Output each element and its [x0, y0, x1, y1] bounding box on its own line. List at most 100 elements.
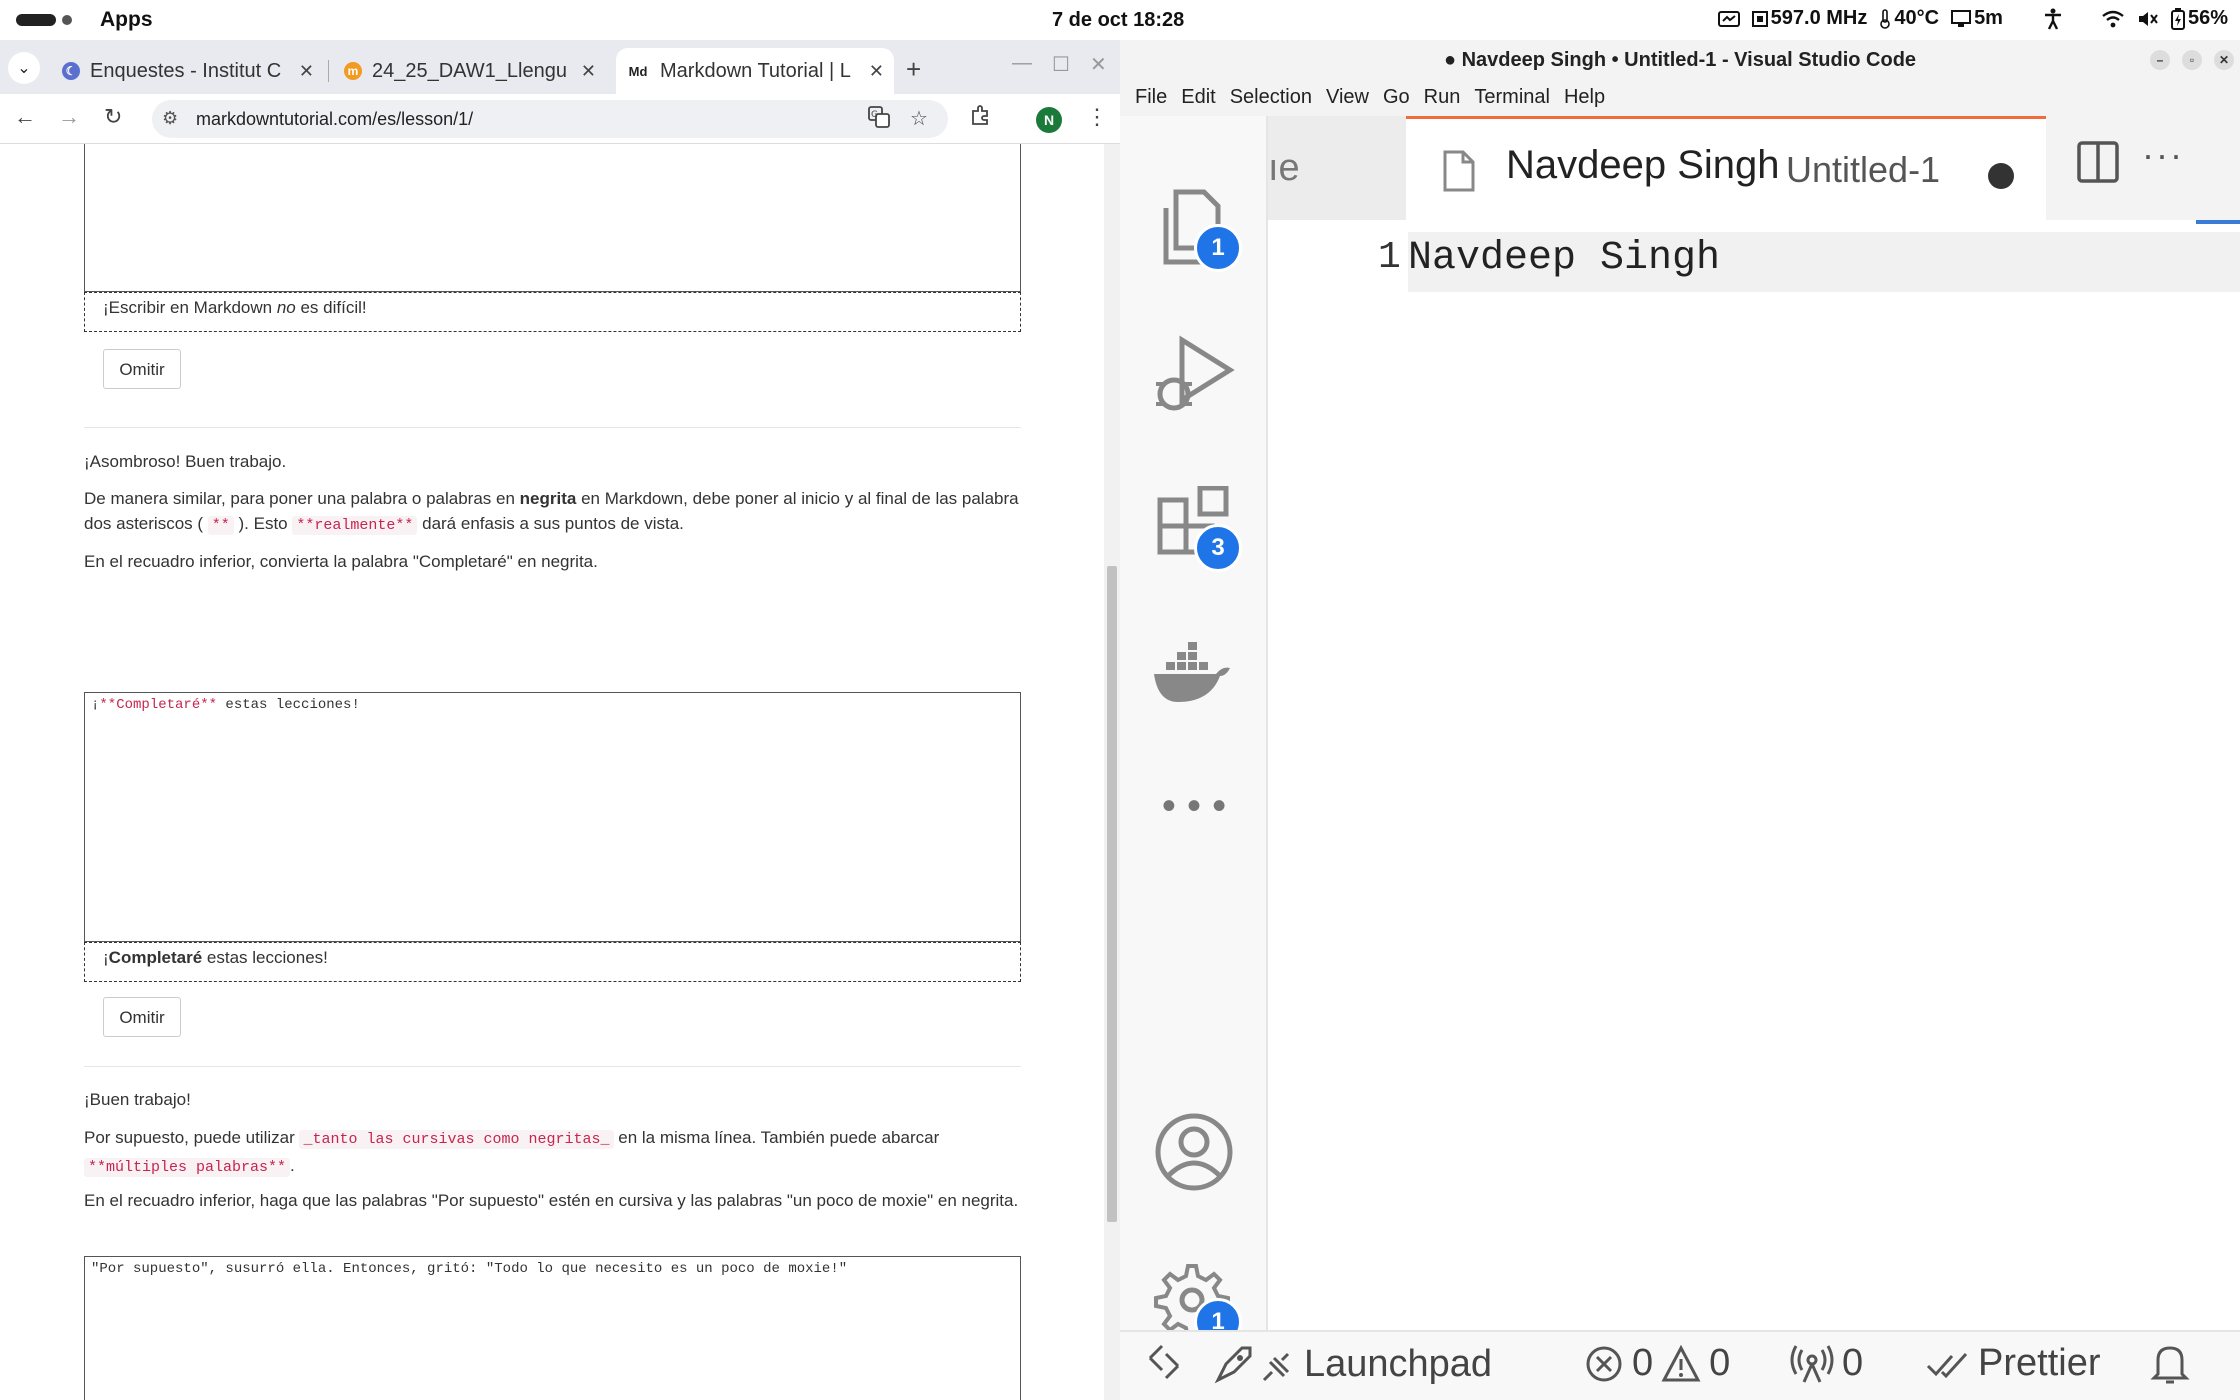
url-text[interactable]: markdowntutorial.com/es/lesson/1/: [196, 109, 473, 130]
run-debug-button[interactable]: [1152, 334, 1236, 418]
close-window-button[interactable]: ✕: [2214, 50, 2234, 70]
explorer-button[interactable]: 1: [1152, 186, 1242, 272]
more-views-icon[interactable]: • • •: [1152, 784, 1236, 868]
tab-title: Markdown Tutorial | L: [660, 59, 851, 82]
menu-go[interactable]: Go: [1376, 80, 1417, 116]
remote-icon: [1148, 1344, 1180, 1380]
accounts-button[interactable]: [1152, 1110, 1236, 1194]
accessibility-icon[interactable]: [2043, 8, 2063, 30]
problems-indicator[interactable]: 0 0: [1584, 1342, 1730, 1385]
line-number: 1: [1378, 236, 1401, 279]
minimize-window-button[interactable]: –: [2150, 50, 2170, 70]
scrollbar-thumb[interactable]: [1107, 566, 1117, 1222]
markdown-preview-1: ¡Escribir en Markdown no es difícil!: [84, 292, 1021, 332]
tab-title-fragment: ıe: [1268, 147, 1300, 189]
system-status-area[interactable]: 597.0 MHz 40°C 5m 56%: [1717, 7, 2228, 30]
extensions-button[interactable]: 3: [1152, 485, 1242, 572]
preview-emphasis: no: [276, 298, 296, 317]
markdown-editor-1[interactable]: [84, 144, 1021, 292]
screen-time: 5m: [1974, 7, 2003, 29]
menu-help[interactable]: Help: [1557, 80, 1612, 116]
volume-muted-icon[interactable]: [2137, 10, 2159, 28]
browser-tab-enquestes[interactable]: ☾ Enquestes - Institut C ✕: [52, 48, 324, 94]
editor-tabs-bar: ıe Navdeep Singh Untitled-1 ···: [1268, 116, 2240, 220]
italic-bold-explanation: Por supuesto, puede utilizar _tanto las …: [84, 1125, 1024, 1181]
temperature-indicator: 40°C: [1879, 7, 1939, 30]
wifi-icon[interactable]: [2101, 10, 2125, 28]
code-editor[interactable]: 1 Navdeep Singh: [1268, 220, 2240, 1330]
markdown-favicon-icon: Md: [628, 63, 648, 79]
ports-indicator[interactable]: 0: [1790, 1342, 1863, 1385]
markdown-editor-3[interactable]: "Por supuesto", susurró ella. Entonces, …: [84, 1256, 1021, 1400]
extensions-badge: 3: [1194, 524, 1242, 572]
split-editor-icon[interactable]: [2076, 140, 2120, 189]
extensions-puzzle-icon[interactable]: [970, 104, 992, 132]
menu-edit[interactable]: Edit: [1174, 80, 1222, 116]
prettier-label: Prettier: [1978, 1342, 2101, 1384]
omit-button[interactable]: Omitir: [103, 997, 181, 1037]
menu-terminal[interactable]: Terminal: [1467, 80, 1557, 116]
monitor-icon: [1717, 10, 1740, 28]
close-window-button[interactable]: ✕: [1090, 52, 1107, 77]
preview-strong: Completaré: [108, 948, 203, 967]
profile-avatar[interactable]: N: [1036, 107, 1062, 133]
maximize-window-button[interactable]: ▫: [2182, 50, 2202, 70]
svg-text:G: G: [871, 110, 878, 120]
reload-icon[interactable]: ↻: [104, 104, 122, 130]
minimize-window-button[interactable]: —: [1012, 52, 1032, 75]
docker-whale-icon: [1154, 642, 1230, 702]
rocket-plug-icon: [1214, 1346, 1290, 1384]
browser-tab-markdown-tutorial[interactable]: Md Markdown Tutorial | L ✕: [616, 48, 894, 94]
more-menu-icon[interactable]: ⋮: [1086, 104, 1108, 130]
tab-title: Enquestes - Institut C: [90, 59, 282, 82]
address-bar[interactable]: ⚙ markdowntutorial.com/es/lesson/1/ G ☆: [152, 100, 948, 138]
editor-tab-untitled-1[interactable]: Navdeep Singh Untitled-1: [1406, 116, 2046, 220]
browser-tab-llenguatges[interactable]: m 24_25_DAW1_Llengu ✕: [334, 48, 606, 94]
maximize-window-button[interactable]: ☐: [1052, 52, 1070, 77]
unsaved-dot-icon[interactable]: [1988, 163, 2014, 189]
close-tab-icon[interactable]: ✕: [869, 61, 884, 82]
preview-text: ¡Escribir en Markdown: [103, 298, 277, 317]
activities-indicator[interactable]: [16, 14, 72, 26]
bookmark-star-icon[interactable]: ☆: [910, 106, 928, 131]
display-icon: [1951, 9, 1972, 27]
battery-indicator[interactable]: 56%: [2170, 7, 2228, 30]
translate-icon[interactable]: G: [868, 106, 890, 134]
broadcast-icon: [1790, 1344, 1834, 1383]
markdown-preview-2: ¡Completaré estas lecciones!: [84, 942, 1021, 982]
new-tab-button[interactable]: +: [906, 54, 921, 85]
moodle-favicon-icon: ☾: [62, 62, 80, 80]
menu-selection[interactable]: Selection: [1223, 80, 1319, 116]
editor-tab-previous[interactable]: ıe: [1268, 116, 1406, 220]
tab-title: 24_25_DAW1_Llengu: [372, 59, 567, 82]
menu-file[interactable]: File: [1128, 80, 1174, 116]
site-info-icon[interactable]: ⚙: [162, 108, 178, 129]
temperature: 40°C: [1894, 7, 1940, 29]
launchpad-button[interactable]: Launchpad: [1212, 1342, 1492, 1386]
close-tab-icon[interactable]: ✕: [581, 61, 596, 82]
tab-search-button[interactable]: ⌄: [8, 52, 40, 84]
menu-run[interactable]: Run: [1417, 80, 1468, 116]
omit-button[interactable]: Omitir: [103, 349, 181, 389]
close-tab-icon[interactable]: ✕: [299, 61, 314, 82]
prettier-indicator[interactable]: Prettier: [1926, 1342, 2100, 1385]
workspace-pill: [16, 14, 56, 26]
clock[interactable]: 7 de oct 18:28: [1052, 9, 1184, 32]
back-arrow-icon[interactable]: ←: [14, 104, 36, 130]
code-line[interactable]: Navdeep Singh: [1408, 236, 1720, 281]
notifications-button[interactable]: [2150, 1342, 2190, 1386]
menu-view[interactable]: View: [1319, 80, 1376, 116]
page-scrollbar[interactable]: [1104, 144, 1120, 1400]
remote-indicator[interactable]: [1144, 1342, 1184, 1382]
apps-menu[interactable]: Apps: [100, 8, 153, 32]
thermometer-icon: [1880, 8, 1891, 29]
more-actions-icon[interactable]: ···: [2142, 134, 2184, 176]
vscode-menu-bar: File Edit Selection View Go Run Terminal…: [1120, 80, 2240, 116]
tab-name: Navdeep Singh: [1506, 143, 1780, 187]
moodle-m-favicon-icon: m: [344, 62, 362, 80]
ports-count: 0: [1842, 1342, 1864, 1384]
docker-button[interactable]: [1152, 636, 1236, 720]
markdown-editor-2[interactable]: ¡**Completaré** estas lecciones!: [84, 692, 1021, 942]
account-icon: [1155, 1113, 1233, 1191]
forward-arrow-icon[interactable]: →: [58, 104, 80, 130]
